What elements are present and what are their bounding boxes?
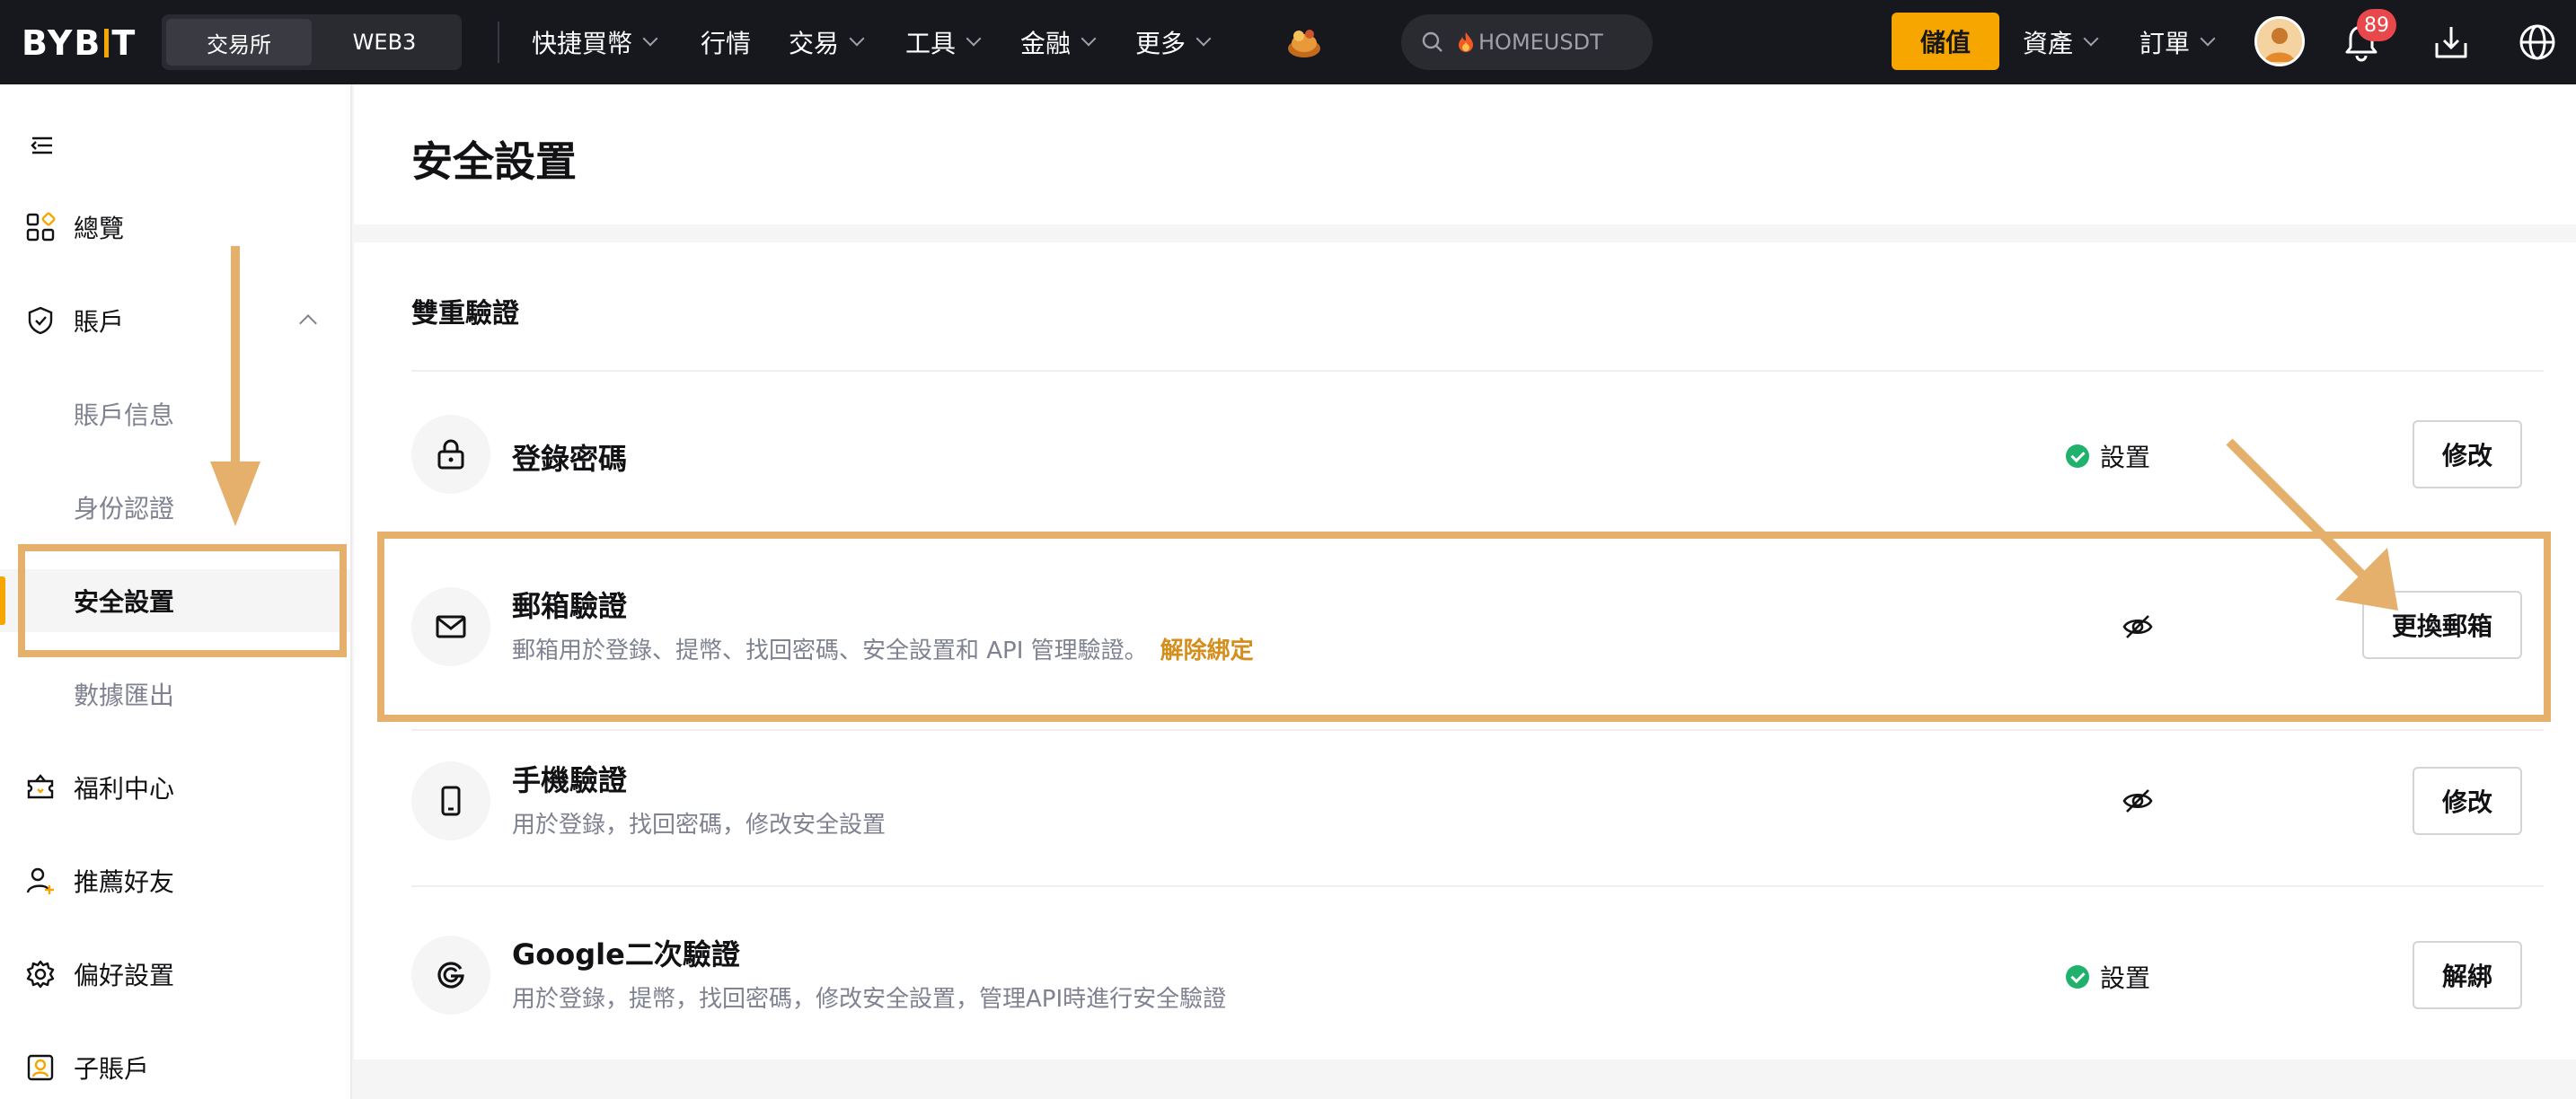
- page-title: 安全設置: [411, 137, 577, 186]
- divider: [411, 885, 2544, 887]
- notification-badge: 89: [2357, 9, 2396, 41]
- page-header: 安全設置: [354, 84, 2576, 224]
- chevron-down-icon: [1081, 31, 1097, 47]
- sidebar-item-account[interactable]: 賬戶: [0, 289, 350, 352]
- nav-tools[interactable]: 工具: [905, 22, 982, 63]
- nav-finance[interactable]: 金融: [1020, 22, 1097, 63]
- chevron-down-icon: [1195, 31, 1212, 47]
- search-icon: [1422, 31, 1442, 52]
- deposit-button[interactable]: 儲值: [1892, 13, 1999, 70]
- sidebar-item-data-export[interactable]: 數據匯出: [0, 663, 350, 725]
- row-title-email: 郵箱驗證: [512, 589, 628, 623]
- collapse-sidebar-icon[interactable]: [27, 131, 56, 160]
- row-title-google-2fa: Google二次驗證: [512, 937, 740, 972]
- sidebar-item-subaccount[interactable]: 子賬戶: [0, 1036, 350, 1099]
- check-icon: [2066, 965, 2089, 989]
- sidebar-item-overview[interactable]: 總覽: [0, 196, 350, 259]
- top-navbar: BYB T 交易所 WEB3 快捷買幣 行情 交易 工具 金融 更多 HOMEUS…: [0, 0, 2576, 84]
- nav-trade[interactable]: 交易: [789, 22, 865, 63]
- sidebar-item-security[interactable]: 安全設置: [0, 569, 350, 632]
- modify-password-button[interactable]: 修改: [2413, 420, 2522, 488]
- search-box[interactable]: HOMEUSDT: [1401, 14, 1653, 70]
- change-email-button[interactable]: 更換郵箱: [2362, 591, 2522, 659]
- row-title-phone: 手機驗證: [512, 763, 628, 797]
- sidebar-item-rewards[interactable]: 福利中心: [0, 756, 350, 819]
- sidebar: 總覽 賬戶 賬戶信息 身份認證 安全設置 數據匯出 福利中心 推薦好友 偏好設置…: [0, 84, 352, 1099]
- sidebar-item-referral[interactable]: 推薦好友: [0, 849, 350, 912]
- google-icon: [437, 962, 464, 989]
- grid-icon: [26, 212, 56, 242]
- nav-orders[interactable]: 訂單: [2139, 22, 2216, 63]
- mail-icon: [436, 615, 466, 638]
- phone-icon: [441, 786, 461, 816]
- eye-off-icon[interactable]: [2122, 785, 2154, 817]
- nav-markets[interactable]: 行情: [701, 22, 751, 63]
- row-title-login-password: 登錄密碼: [512, 442, 628, 476]
- search-text: HOMEUSDT: [1478, 30, 1603, 55]
- row-icon-container: [411, 415, 490, 494]
- sidebar-item-account-info[interactable]: 賬戶信息: [0, 382, 350, 445]
- subaccount-icon: [27, 1054, 54, 1081]
- tab-web3[interactable]: WEB3: [312, 19, 457, 66]
- sidebar-item-identity[interactable]: 身份認證: [0, 476, 350, 539]
- chevron-down-icon: [2083, 31, 2099, 47]
- two-factor-card: 雙重驗證 登錄密碼 設置 修改 郵箱驗證 郵箱用於登錄、提幣、找回密碼、安全設置…: [354, 242, 2576, 1059]
- chevron-down-icon: [966, 31, 982, 47]
- gear-icon: [26, 960, 55, 989]
- nav-more[interactable]: 更多: [1135, 22, 1212, 63]
- divider: [411, 370, 2544, 372]
- row-desc-phone: 用於登錄，找回密碼，修改安全設置: [512, 812, 887, 839]
- check-icon: [2066, 444, 2089, 468]
- platform-switcher: 交易所 WEB3: [162, 14, 462, 70]
- sidebar-item-preferences[interactable]: 偏好設置: [0, 943, 350, 1006]
- globe-icon[interactable]: [2515, 20, 2560, 65]
- nav-divider: [498, 22, 499, 63]
- promo-icon[interactable]: [1283, 20, 1326, 63]
- referral-icon: [26, 867, 54, 894]
- nav-assets[interactable]: 資產: [2023, 22, 2099, 63]
- download-icon[interactable]: [2429, 20, 2474, 65]
- user-avatar-icon: [2257, 19, 2302, 64]
- ticket-icon: [27, 774, 54, 799]
- lock-icon: [437, 439, 464, 470]
- avatar[interactable]: [2254, 16, 2305, 66]
- active-indicator: [0, 576, 5, 625]
- bybit-logo[interactable]: BYB T: [22, 23, 137, 63]
- shield-icon: [28, 306, 53, 335]
- section-title: 雙重驗證: [411, 298, 519, 330]
- chevron-down-icon: [642, 31, 658, 47]
- divider: [411, 729, 2544, 731]
- row-icon-container: [411, 936, 490, 1015]
- eye-off-icon[interactable]: [2122, 611, 2154, 643]
- chevron-up-icon: [299, 314, 317, 332]
- row-desc-google-2fa: 用於登錄，提幣，找回密碼，修改安全設置，管理API時進行安全驗證: [512, 986, 1227, 1013]
- chevron-down-icon: [849, 31, 865, 47]
- fire-icon: [1459, 32, 1473, 52]
- nav-quick-buy[interactable]: 快捷買幣: [532, 22, 658, 63]
- tab-exchange[interactable]: 交易所: [166, 19, 312, 66]
- chevron-down-icon: [2200, 31, 2216, 47]
- status-set: 設置: [2066, 959, 2150, 995]
- status-set: 設置: [2066, 438, 2150, 474]
- unbind-google-button[interactable]: 解綁: [2413, 941, 2522, 1009]
- modify-phone-button[interactable]: 修改: [2413, 767, 2522, 835]
- row-icon-container: [411, 761, 490, 840]
- unbind-email-link[interactable]: 解除綁定: [1160, 637, 1254, 664]
- row-icon-container: [411, 587, 490, 666]
- row-desc-email: 郵箱用於登錄、提幣、找回密碼、安全設置和 API 管理驗證。 解除綁定: [512, 637, 1254, 664]
